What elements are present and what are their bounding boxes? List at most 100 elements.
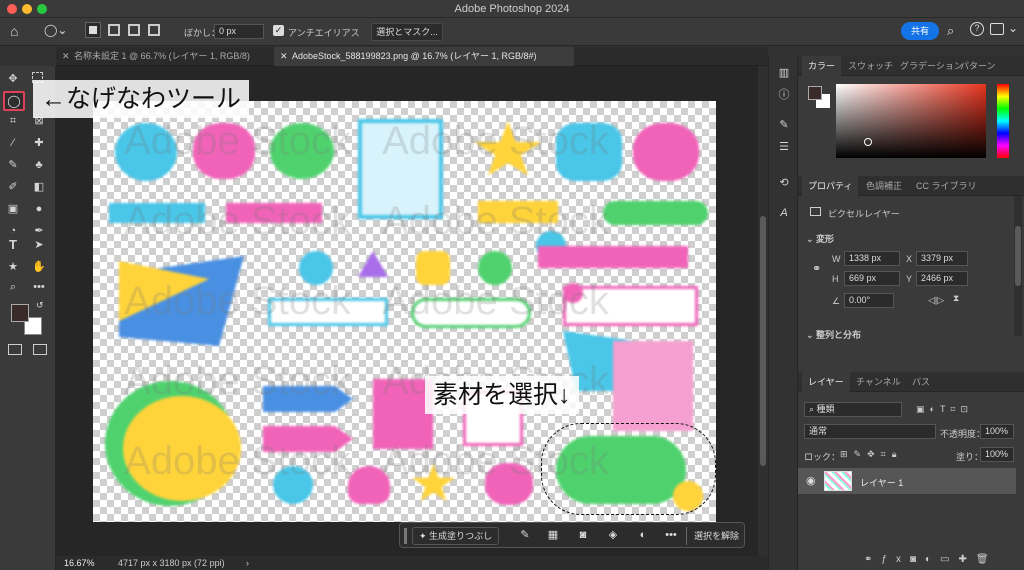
tab-patterns[interactable]: パターン xyxy=(954,56,1002,76)
layer-actions[interactable]: ⚭ƒx◙◐▭✚🗑︎ xyxy=(864,554,998,565)
zoom-level[interactable]: 16.67% xyxy=(64,556,95,570)
status-arrow-icon[interactable]: › xyxy=(246,556,249,570)
move-icon[interactable]: ✥ xyxy=(6,72,20,86)
new-selection-icon[interactable] xyxy=(85,22,101,38)
tab-cc-libraries[interactable]: CC ライブラリ xyxy=(910,176,983,196)
tab-document-1[interactable]: ✕ 名称未設定 1 @ 66.7% (レイヤー 1, RGB/8) xyxy=(56,47,270,66)
home-icon[interactable]: ⌂ xyxy=(10,23,18,39)
more-icon[interactable]: ••• xyxy=(664,528,678,542)
angle-icon: ∠ xyxy=(832,296,841,306)
color-picker-field[interactable] xyxy=(836,84,986,158)
brush-presets-icon[interactable]: ☰ xyxy=(777,140,791,154)
lasso-tool-icon[interactable]: ◯ xyxy=(3,91,25,111)
eyedropper-icon[interactable]: ⁄ xyxy=(6,136,20,150)
flip-horizontal-icon[interactable]: ◁|▷ xyxy=(928,295,944,306)
tab-color[interactable]: カラー xyxy=(802,56,842,76)
y-input[interactable]: 2466 px xyxy=(916,271,968,286)
y-label: Y xyxy=(906,274,913,284)
width-input[interactable]: 1338 px xyxy=(844,251,900,266)
color-picker-cursor[interactable] xyxy=(864,138,872,146)
add-selection-icon[interactable] xyxy=(108,24,120,36)
history-brush-icon[interactable]: ✐ xyxy=(6,180,20,194)
hand-icon[interactable]: ✋ xyxy=(32,260,46,274)
tab-paths[interactable]: パス xyxy=(906,372,936,392)
mask-icon[interactable]: ◙ xyxy=(576,528,590,542)
eye-icon[interactable]: ◉ xyxy=(806,474,816,487)
layer-filter-select[interactable]: ⌕ 種類 xyxy=(804,402,902,417)
subtract-selection-icon[interactable] xyxy=(128,24,140,36)
tab-layers[interactable]: レイヤー xyxy=(802,372,850,392)
gradient-icon[interactable]: ▣ xyxy=(6,202,20,216)
flip-vertical-icon[interactable]: ⧗ xyxy=(953,293,959,304)
more-tools-icon[interactable]: ••• xyxy=(32,280,46,294)
brush-settings-icon[interactable]: ✎ xyxy=(777,118,791,132)
type-icon[interactable]: T xyxy=(6,238,20,252)
layer-filter-icons[interactable]: ▣◐T⌗⊡ xyxy=(916,404,973,415)
history-icon[interactable]: ⟲ xyxy=(777,176,791,190)
tab-adjustments[interactable]: 色調補正 xyxy=(860,176,908,196)
blend-mode-select[interactable]: 通常 xyxy=(804,424,936,439)
feather-input[interactable]: 0 px xyxy=(214,24,264,39)
layer-row[interactable]: ◉ レイヤー 1 xyxy=(798,468,1016,494)
height-input[interactable]: 669 px xyxy=(844,271,900,286)
search-icon[interactable]: ⌕ xyxy=(947,23,954,39)
tab-swatches[interactable]: スウォッチ xyxy=(842,56,899,76)
crop-icon[interactable]: ⌗ xyxy=(6,114,20,128)
zoom-icon[interactable]: ⌕ xyxy=(6,280,20,294)
tab-document-2[interactable]: ✕ AdobeStock_588199823.png @ 16.7% (レイヤー… xyxy=(274,47,574,66)
help-icon[interactable]: ? xyxy=(970,22,984,36)
link-icon[interactable]: ⚭ xyxy=(812,262,821,275)
path-select-icon[interactable]: ➤ xyxy=(32,238,46,252)
lock-icon[interactable]: ⊞✎✥⌗🔒︎ xyxy=(840,449,902,460)
info-icon[interactable]: ⓘ xyxy=(777,88,791,102)
quick-mask-icon[interactable] xyxy=(8,344,22,355)
transform-header[interactable]: ⌄ 変形 xyxy=(806,232,834,245)
color-panel-tabs: カラー スウォッチ グラデーション パターン xyxy=(798,56,1024,76)
dodge-icon[interactable]: ◔ xyxy=(6,224,20,238)
character-icon[interactable]: A xyxy=(777,206,791,220)
generative-fill-button[interactable]: ✦ 生成塗りつぶし xyxy=(412,527,500,545)
histogram-icon[interactable]: ▥ xyxy=(777,66,791,80)
drag-handle[interactable] xyxy=(404,528,407,544)
pen-icon[interactable]: ✒ xyxy=(32,224,46,238)
eraser-icon[interactable]: ◧ xyxy=(32,180,46,194)
adjustment-icon[interactable]: ◐ xyxy=(636,528,650,542)
close-icon[interactable]: ✕ xyxy=(280,47,288,66)
brush-icon[interactable]: ✎ xyxy=(6,158,20,172)
deselect-button[interactable]: 選択を解除 xyxy=(694,529,739,542)
align-header[interactable]: ⌄ 整列と分布 xyxy=(806,328,861,341)
swap-colors-icon[interactable]: ↺ xyxy=(36,300,44,311)
document-canvas[interactable]: Adobe Stock Adobe Stock Adobe Stock Adob… xyxy=(93,101,716,522)
opacity-label: 不透明度： xyxy=(940,429,986,439)
panel-foreground-swatch[interactable] xyxy=(808,86,822,100)
modify-selection-icon[interactable]: ✎ xyxy=(518,528,532,542)
healing-icon[interactable]: ✚ xyxy=(32,136,46,150)
properties-scrollbar[interactable] xyxy=(1014,196,1022,336)
hue-slider[interactable] xyxy=(997,84,1009,158)
tab-properties[interactable]: プロパティ xyxy=(802,176,859,196)
close-icon[interactable]: ✕ xyxy=(62,47,70,66)
fill-input[interactable]: 100% xyxy=(980,447,1014,462)
antialias-checkbox[interactable]: ✓ xyxy=(273,25,284,36)
properties-scrollbar-thumb[interactable] xyxy=(1015,226,1021,286)
x-input[interactable]: 3379 px xyxy=(916,251,968,266)
blur-icon[interactable]: ● xyxy=(32,202,46,216)
foreground-color-swatch[interactable] xyxy=(11,304,29,322)
intersect-selection-icon[interactable] xyxy=(148,24,160,36)
select-subject-icon[interactable]: ▦ xyxy=(546,528,560,542)
tab-channels[interactable]: チャンネル xyxy=(850,372,907,392)
vertical-scrollbar[interactable] xyxy=(758,66,768,556)
fill-icon[interactable]: ◈ xyxy=(606,528,620,542)
opacity-input[interactable]: 100% xyxy=(980,424,1014,439)
workspace-icon[interactable] xyxy=(990,23,1004,35)
stamp-icon[interactable]: ♣ xyxy=(32,158,46,172)
shape-icon[interactable]: ★ xyxy=(6,260,20,274)
panel-menu-icon[interactable]: ⌄ xyxy=(1008,21,1018,35)
angle-input[interactable]: 0.00° xyxy=(844,293,894,308)
select-mask-button[interactable]: 選択とマスク... xyxy=(371,23,443,41)
scrollbar-thumb[interactable] xyxy=(760,216,766,466)
layer-name[interactable]: レイヤー 1 xyxy=(860,476,903,489)
screen-mode-icon[interactable] xyxy=(33,344,47,355)
lasso-icon[interactable]: ◯⌄ xyxy=(44,23,67,37)
share-button[interactable]: 共有 xyxy=(901,22,939,40)
